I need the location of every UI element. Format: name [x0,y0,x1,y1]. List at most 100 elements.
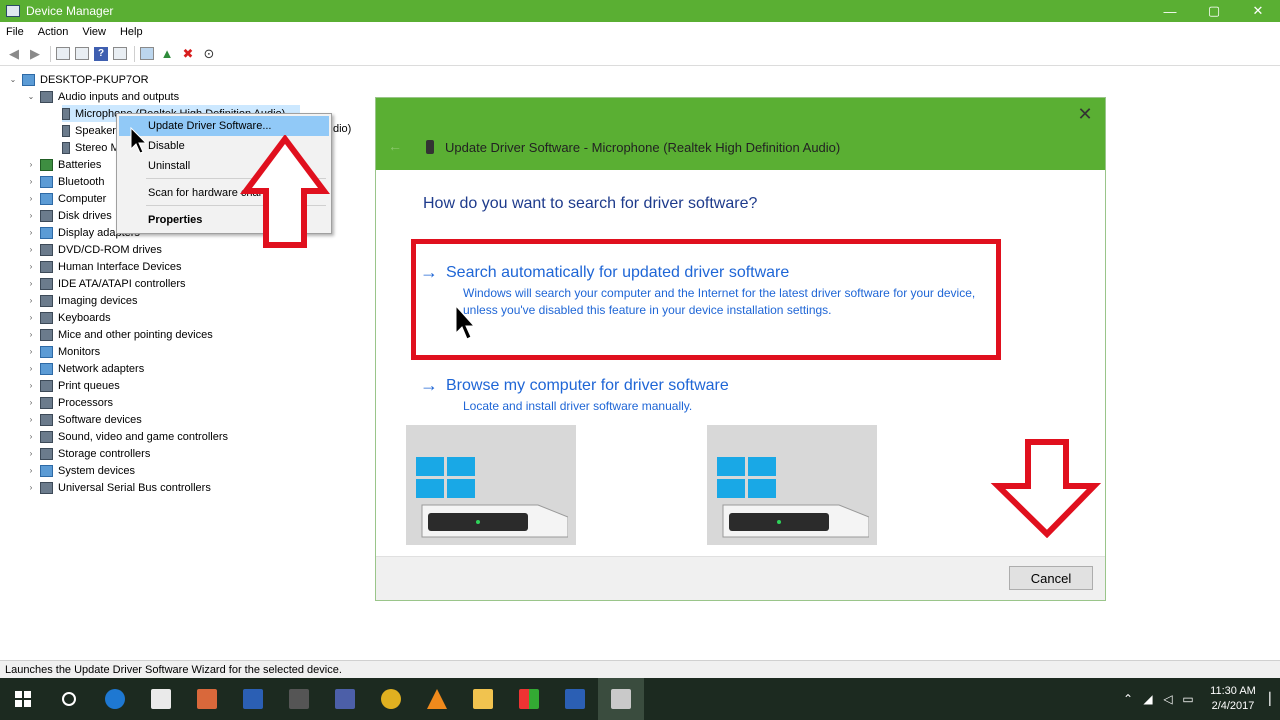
chevron-right-icon[interactable]: › [26,449,36,458]
tree-category[interactable]: › DVD/CD-ROM drives [26,241,162,258]
minimize-button[interactable]: — [1148,0,1192,22]
cancel-button[interactable]: Cancel [1009,566,1093,590]
chevron-right-icon[interactable]: › [26,279,36,288]
forward-arrow-icon[interactable]: ▶ [27,46,43,62]
chevron-right-icon[interactable]: › [26,483,36,492]
taskbar-store[interactable] [138,678,184,720]
tree-category[interactable]: › Monitors [26,343,100,360]
chevron-right-icon[interactable]: › [26,381,36,390]
close-button[interactable]: ✕ [1236,0,1280,22]
chevron-right-icon[interactable]: › [26,245,36,254]
update-driver-icon[interactable]: ▲ [159,46,175,62]
properties-page-icon[interactable] [75,47,89,60]
taskbar-vlc[interactable] [414,678,460,720]
chevron-right-icon[interactable]: › [26,466,36,475]
disable-device-icon[interactable]: ⊙ [201,46,217,62]
tree-category[interactable]: › System devices [26,462,135,479]
tree-audio-inputs[interactable]: ⌄ Audio inputs and outputs [26,88,179,105]
tree-category[interactable]: › Bluetooth [26,173,104,190]
chevron-right-icon[interactable]: › [26,347,36,356]
uninstall-device-icon[interactable]: ✖ [180,46,196,62]
chevron-right-icon[interactable]: › [26,177,36,186]
tree-category[interactable]: › Human Interface Devices [26,258,182,275]
chevron-right-icon[interactable]: › [26,398,36,407]
taskbar-word[interactable] [230,678,276,720]
scan-hardware-icon[interactable] [140,47,154,60]
tree-category[interactable]: › Software devices [26,411,142,428]
chevron-right-icon[interactable]: › [26,262,36,271]
chevron-right-icon[interactable]: › [26,364,36,373]
speakers-label-tail: dio) [333,123,352,135]
chevron-right-icon[interactable]: › [26,330,36,339]
action-pane-icon[interactable] [113,47,127,60]
tree-category[interactable]: › Universal Serial Bus controllers [26,479,211,496]
taskbar-app[interactable] [184,678,230,720]
taskbar-colorful-app[interactable] [506,678,552,720]
tree-category[interactable]: › Storage controllers [26,445,150,462]
search-button[interactable] [46,678,92,720]
back-arrow-icon[interactable]: ← [388,138,402,154]
screen: Device Manager — ▢ ✕ File Action View He… [0,0,1280,720]
windows-start-icon [15,691,31,707]
taskbar-file-explorer[interactable] [460,678,506,720]
menu-view[interactable]: View [82,26,106,38]
tree-category[interactable]: › Batteries [26,156,101,173]
microphone-icon [426,140,434,154]
tree-category[interactable]: › IDE ATA/ATAPI controllers [26,275,186,292]
video-editor-icon [289,689,309,709]
network-icon[interactable]: ◢ [1138,692,1158,706]
chevron-up-icon[interactable]: ⌃ [1118,692,1138,706]
menu-help[interactable]: Help [120,26,143,38]
chevron-down-icon[interactable]: ⌄ [8,75,18,84]
title-bar: Device Manager — ▢ ✕ [0,0,1280,22]
battery-icon[interactable]: ▭ [1178,692,1198,706]
restore-button[interactable]: ▢ [1192,0,1236,22]
speaker-icon [62,141,70,154]
word-document-icon [565,689,585,709]
menu-file[interactable]: File [6,26,24,38]
chevron-right-icon[interactable]: › [26,432,36,441]
tree-category[interactable]: › Network adapters [26,360,144,377]
action-center-icon[interactable]: ▏ [1268,692,1280,706]
taskbar-device-manager[interactable] [598,678,644,720]
tree-category[interactable]: › Sound, video and game controllers [26,428,228,445]
usb-icon [40,481,53,494]
chevron-right-icon[interactable]: › [26,211,36,220]
tree-category[interactable]: › Print queues [26,377,120,394]
speaker-icon [40,90,53,103]
taskbar-chrome[interactable] [368,678,414,720]
chevron-right-icon[interactable]: › [26,160,36,169]
tree-category[interactable]: › Keyboards [26,309,111,326]
tree-category[interactable]: › Imaging devices [26,292,138,309]
chevron-down-icon[interactable]: ⌄ [26,92,36,101]
chevron-right-icon[interactable]: › [26,296,36,305]
tree-root[interactable]: ⌄ DESKTOP-PKUP7OR [8,71,149,88]
help-icon[interactable]: ? [94,46,108,61]
dialog-question: How do you want to search for driver sof… [423,195,758,212]
tree-category[interactable]: › Mice and other pointing devices [26,326,213,343]
dialog-close-button[interactable]: ✕ [1075,104,1095,124]
back-arrow-icon[interactable]: ◀ [6,46,22,62]
taskbar-word-doc[interactable] [552,678,598,720]
start-button[interactable] [0,678,46,720]
volume-icon[interactable]: ◁ [1158,692,1178,706]
taskbar-video-editor[interactable] [276,678,322,720]
mouse-icon [40,328,53,341]
chevron-right-icon[interactable]: › [26,228,36,237]
chevron-right-icon[interactable]: › [26,313,36,322]
window-title: Device Manager [26,4,114,18]
tree-category[interactable]: › Disk drives [26,207,112,224]
browse-computer-option[interactable]: → Browse my computer for driver software … [420,375,980,415]
show-hide-tree-icon[interactable] [56,47,70,60]
chevron-right-icon[interactable]: › [26,415,36,424]
menu-update-driver[interactable]: Update Driver Software... [119,116,329,136]
menu-action[interactable]: Action [38,26,69,38]
device-manager-icon [611,689,631,709]
chevron-right-icon[interactable]: › [26,194,36,203]
search-automatically-option[interactable]: → Search automatically for updated driver… [420,262,980,319]
clock[interactable]: 11:30 AM 2/4/2017 [1198,684,1268,714]
taskbar-network-tool[interactable] [322,678,368,720]
taskbar-edge[interactable] [92,678,138,720]
tree-category[interactable]: › Processors [26,394,113,411]
tree-category[interactable]: › Computer [26,190,106,207]
